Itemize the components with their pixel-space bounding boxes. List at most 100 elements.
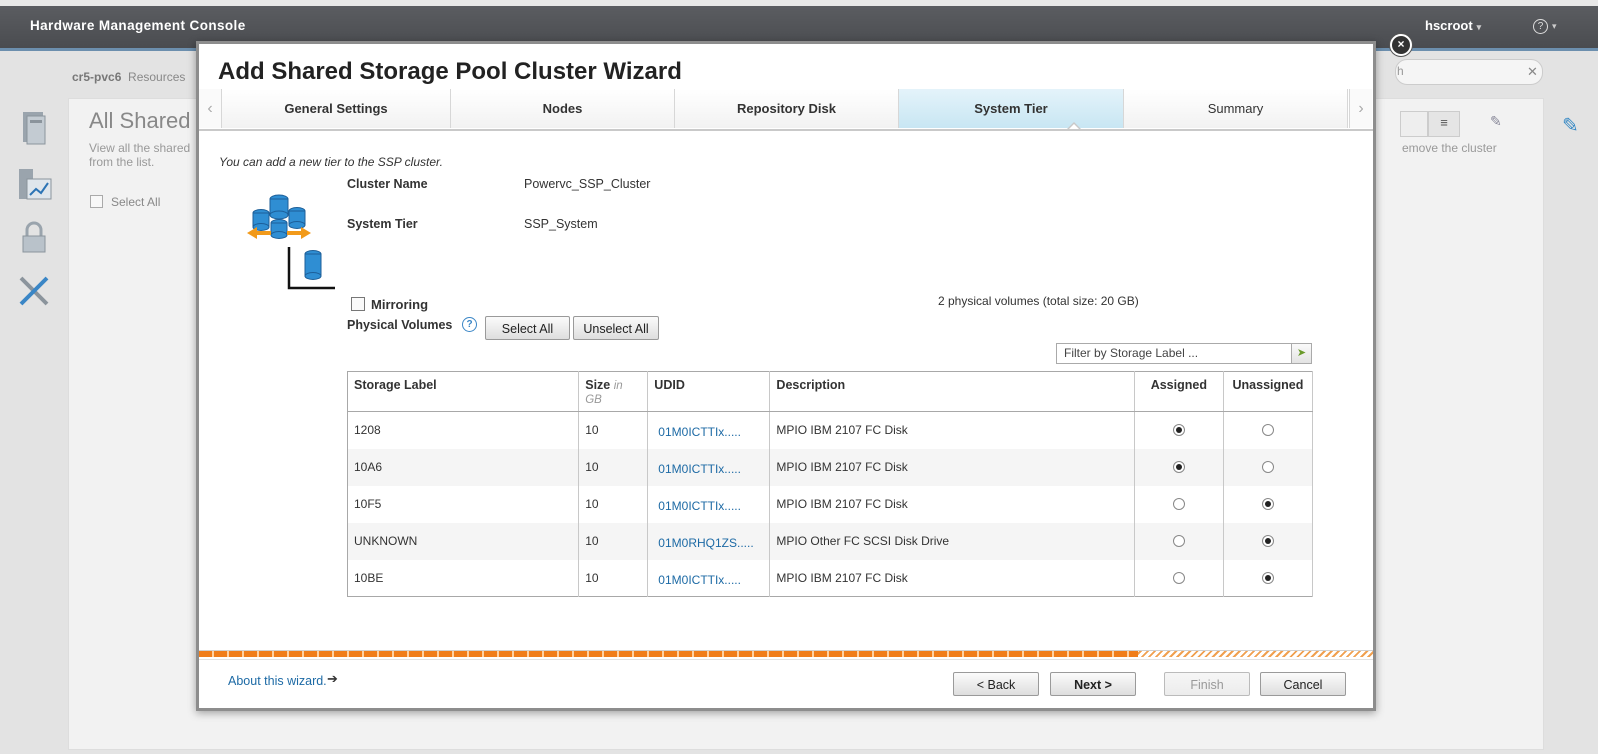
table-row: 1208 10 01M0ICTTIx..... MPIO IBM 2107 FC… <box>347 411 1314 449</box>
storage-label-cell: 10F5 <box>347 485 580 523</box>
description-cell: MPIO IBM 2107 FC Disk <box>769 411 1135 449</box>
filter-storage-label-input[interactable]: Filter by Storage Label ... <box>1056 343 1292 364</box>
storage-label-cell: 10BE <box>347 559 580 597</box>
column-storage-label[interactable]: Storage Label <box>347 371 580 412</box>
grid-view-button[interactable] <box>1400 111 1428 137</box>
help-menu[interactable]: ? ▾ <box>1533 16 1557 34</box>
tab-system-tier[interactable]: System Tier <box>899 89 1124 128</box>
chevron-down-icon: ▾ <box>1476 22 1482 32</box>
back-button[interactable]: < Back <box>953 672 1039 696</box>
next-button[interactable]: Next > <box>1050 672 1136 696</box>
size-cell: 10 <box>578 522 649 560</box>
shared-storage-pool-icon <box>247 194 335 290</box>
unassigned-radio[interactable] <box>1261 460 1274 473</box>
resources-icon[interactable] <box>15 108 53 146</box>
chevron-left-icon[interactable]: ‹ <box>199 89 222 128</box>
lock-icon[interactable] <box>15 218 53 256</box>
assigned-radio[interactable] <box>1172 534 1185 547</box>
column-udid[interactable]: UDID <box>647 371 771 412</box>
active-tab-pointer-inner <box>1069 124 1079 129</box>
cluster-name-label: Cluster Name <box>347 177 428 191</box>
table-body: 1208 10 01M0ICTTIx..... MPIO IBM 2107 FC… <box>347 411 1314 597</box>
cluster-name-value: Powervc_SSP_Cluster <box>524 177 651 191</box>
clear-search-icon[interactable]: ✕ <box>1527 64 1538 80</box>
about-wizard-link[interactable]: About this wizard. <box>228 674 327 688</box>
footer-divider <box>199 659 1373 660</box>
pin-icon[interactable]: ✎ <box>1490 113 1502 130</box>
tab-summary[interactable]: Summary <box>1124 89 1348 128</box>
udid-link[interactable]: 01M0RHQ1ZS..... <box>647 522 771 560</box>
storage-label-cell: 10A6 <box>347 448 580 486</box>
intro-text: You can add a new tier to the SSP cluste… <box>219 155 443 169</box>
wizard-dialog: Add Shared Storage Pool Cluster Wizard ‹… <box>196 41 1376 711</box>
udid-link[interactable]: 01M0ICTTIx..... <box>647 411 771 449</box>
unselect-all-button[interactable]: Unselect All <box>573 316 659 340</box>
udid-link[interactable]: 01M0ICTTIx..... <box>647 485 771 523</box>
page-description: View all the shared from the list. <box>89 141 191 169</box>
physical-volumes-summary: 2 physical volumes (total size: 20 GB) <box>938 294 1139 308</box>
wizard-steps: ‹ General Settings Nodes Repository Disk… <box>199 89 1373 131</box>
system-tier-label: System Tier <box>347 217 418 231</box>
column-assigned[interactable]: Assigned <box>1134 371 1224 412</box>
unassigned-radio[interactable] <box>1261 497 1274 510</box>
browser-strip <box>0 0 1598 6</box>
checkbox-icon <box>90 195 103 208</box>
user-menu[interactable]: hscroot ▾ <box>1425 18 1481 33</box>
column-size[interactable]: Size in GB <box>578 371 649 412</box>
breadcrumb: cr5-pvc6 Resources <box>72 70 185 84</box>
page-title: All Shared <box>89 108 191 133</box>
wizard-progress-bar <box>199 650 1373 657</box>
size-cell: 10 <box>578 448 649 486</box>
assigned-radio[interactable] <box>1172 460 1185 473</box>
table-row: 10A6 10 01M0ICTTIx..... MPIO IBM 2107 FC… <box>347 448 1314 486</box>
chevron-right-icon[interactable]: › <box>1349 89 1372 128</box>
breadcrumb-resources[interactable]: Resources <box>128 70 185 84</box>
mirroring-label: Mirroring <box>371 297 429 312</box>
system-tier-value: SSP_System <box>524 217 598 231</box>
chevron-down-icon: ▾ <box>1552 21 1557 31</box>
select-all-button[interactable]: Select All <box>485 316 570 340</box>
pin-panel-icon[interactable]: ✎ <box>1562 113 1579 138</box>
assigned-radio[interactable] <box>1172 497 1185 510</box>
breadcrumb-system[interactable]: cr5-pvc6 <box>72 70 121 84</box>
select-all-checkbox[interactable]: Select All <box>90 195 160 209</box>
tools-icon[interactable] <box>15 272 53 310</box>
assigned-radio[interactable] <box>1172 424 1185 436</box>
checkbox-icon <box>351 297 365 311</box>
udid-link[interactable]: 01M0ICTTIx..... <box>647 448 771 486</box>
list-icon: ≡ <box>1440 115 1448 130</box>
user-name: hscroot <box>1425 18 1473 33</box>
unassigned-radio[interactable] <box>1261 534 1274 547</box>
size-header-label: Size <box>585 378 611 392</box>
select-all-label: Select All <box>111 195 161 209</box>
table-header-row: Storage Label Size in GB UDID Description… <box>347 371 1314 412</box>
wizard-progress-fill <box>199 651 1139 657</box>
monitoring-icon[interactable] <box>15 165 53 203</box>
list-view-button[interactable]: ≡ <box>1428 111 1460 137</box>
udid-link[interactable]: 01M0ICTTIx..... <box>647 559 771 597</box>
assigned-radio[interactable] <box>1172 571 1185 584</box>
description-cell: MPIO IBM 2107 FC Disk <box>769 485 1135 523</box>
filter-icon[interactable]: ➤ <box>1291 343 1312 364</box>
wizard-title: Add Shared Storage Pool Cluster Wizard <box>218 58 682 85</box>
table-row: UNKNOWN 10 01M0RHQ1ZS..... MPIO Other FC… <box>347 522 1314 560</box>
search-text: h <box>1397 64 1404 78</box>
unassigned-radio[interactable] <box>1261 424 1274 436</box>
table-row: 10BE 10 01M0ICTTIx..... MPIO IBM 2107 FC… <box>347 559 1314 597</box>
tab-nodes[interactable]: Nodes <box>451 89 675 128</box>
close-icon[interactable]: × <box>1390 34 1412 56</box>
finish-button[interactable]: Finish <box>1164 672 1250 696</box>
cancel-button[interactable]: Cancel <box>1260 672 1346 696</box>
storage-label-cell: 1208 <box>347 411 580 449</box>
column-unassigned[interactable]: Unassigned <box>1223 371 1314 412</box>
unassigned-radio[interactable] <box>1261 571 1274 584</box>
description-cell: MPIO IBM 2107 FC Disk <box>769 448 1135 486</box>
tab-repository-disk[interactable]: Repository Disk <box>675 89 899 128</box>
size-unit-in: in <box>613 380 623 392</box>
column-description[interactable]: Description <box>769 371 1135 412</box>
tab-general-settings[interactable]: General Settings <box>222 89 451 128</box>
search-input[interactable] <box>1395 59 1543 85</box>
mirroring-checkbox[interactable]: Mirroring <box>351 297 428 312</box>
app-title: Hardware Management Console <box>30 18 246 33</box>
help-icon[interactable]: ? <box>462 317 477 332</box>
